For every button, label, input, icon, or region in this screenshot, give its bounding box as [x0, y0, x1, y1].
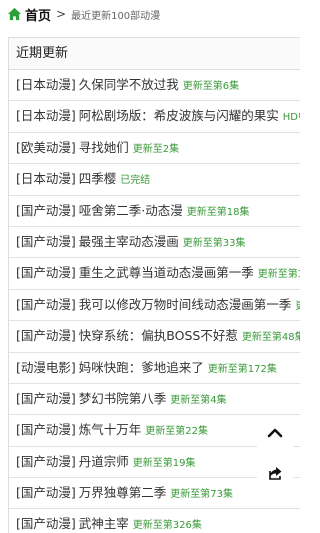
home-link[interactable]: 首页	[25, 5, 51, 24]
item-status: 更新至第22集	[145, 426, 209, 438]
item-status: 已完结	[120, 175, 151, 187]
item-title[interactable]: 梦幻书院第八季	[79, 391, 167, 406]
list-item[interactable]: [日本动漫] 久保同学不放过我 更新至第6集	[9, 70, 300, 102]
item-category[interactable]: [欧美动漫]	[16, 140, 76, 155]
list-item[interactable]: [欧美动漫] 寻找她们 更新至2集	[9, 133, 300, 165]
item-status: 更新至第18集	[186, 206, 250, 218]
item-category[interactable]: [国产动漫]	[16, 328, 76, 343]
item-title[interactable]: 哑舍第二季·动态漫	[79, 203, 183, 218]
breadcrumb-current: 最近更新100部动漫	[71, 10, 161, 22]
item-category[interactable]: [国产动漫]	[16, 265, 76, 280]
item-category[interactable]: [国产动漫]	[16, 485, 76, 500]
item-status: 更新至第48集	[241, 332, 300, 344]
list-item[interactable]: [国产动漫]我可以修改万物时间线动态漫画第一季更新至	[9, 290, 300, 322]
item-title[interactable]: 丹道宗师	[79, 454, 129, 469]
panel-title: 近期更新	[9, 38, 300, 70]
item-status: 更新至第326集	[132, 520, 202, 532]
item-status: 更新至第6集	[182, 81, 240, 92]
item-status: 更新至第172集	[207, 363, 277, 375]
item-category[interactable]: [动漫电影]	[16, 360, 76, 375]
item-title[interactable]: 寻找她们	[79, 140, 129, 155]
list-item[interactable]: [日本动漫] 四季樱 已完结	[9, 164, 300, 196]
home-icon[interactable]	[7, 7, 22, 21]
item-category[interactable]: [日本动漫]	[16, 108, 76, 123]
item-category[interactable]: [日本动漫]	[16, 171, 76, 186]
arrow-up-icon	[267, 428, 283, 438]
item-status: 更新至第19集	[132, 457, 196, 469]
item-title[interactable]: 久保同学不放过我	[79, 77, 179, 92]
list-item[interactable]: [国产动漫] 武神主宰 更新至第326集	[9, 509, 300, 533]
item-title[interactable]: 最强主宰动态漫画	[79, 234, 179, 249]
item-title[interactable]: 我可以修改万物时间线动态漫画第一季	[79, 297, 292, 312]
breadcrumb: 首页 > 最近更新100部动漫	[0, 0, 300, 28]
item-title[interactable]: 阿松剧场版：希皮波族与闪耀的果实	[79, 108, 279, 123]
item-title[interactable]: 万界独尊第二季	[79, 485, 167, 500]
list-item[interactable]: [动漫电影] 妈咪快跑：爹地追来了 更新至第172集	[9, 353, 300, 384]
item-category[interactable]: [国产动漫]	[16, 516, 76, 531]
scroll-top-button[interactable]	[257, 415, 293, 451]
item-title[interactable]: 炼气十万年	[79, 422, 142, 437]
list-item[interactable]: [国产动漫]重生之武尊当道动态漫画第一季更新至第39集	[9, 258, 300, 290]
share-icon	[269, 467, 282, 480]
list-item[interactable]: [日本动漫]阿松剧场版：希皮波族与闪耀的果实HD中字	[9, 101, 300, 133]
item-title[interactable]: 妈咪快跑：爹地追来了	[79, 360, 204, 375]
list-item[interactable]: [国产动漫] 快穿系统：偏执BOSS不好惹 更新至第48集	[9, 321, 300, 353]
list-item[interactable]: [国产动漫] 最强主宰动态漫画 更新至第33集	[9, 227, 300, 259]
list-item[interactable]: [国产动漫] 哑舍第二季·动态漫 更新至第18集	[9, 196, 300, 227]
item-category[interactable]: [国产动漫]	[16, 297, 76, 312]
share-button[interactable]	[257, 455, 293, 491]
item-status: 更新至	[295, 301, 300, 312]
item-title[interactable]: 武神主宰	[79, 516, 129, 531]
item-category[interactable]: [国产动漫]	[16, 454, 76, 469]
item-status: 更新至第39集	[257, 269, 300, 281]
item-title[interactable]: 重生之武尊当道动态漫画第一季	[79, 265, 254, 280]
item-category[interactable]: [国产动漫]	[16, 391, 76, 406]
item-category[interactable]: [国产动漫]	[16, 234, 76, 249]
item-category[interactable]: [国产动漫]	[16, 422, 76, 437]
item-status: HD中字	[282, 112, 300, 124]
item-status: 更新至第33集	[182, 237, 246, 249]
item-category[interactable]: [国产动漫]	[16, 203, 76, 218]
breadcrumb-separator: >	[56, 7, 67, 21]
item-status: 更新至2集	[132, 143, 180, 155]
item-status: 更新至第73集	[170, 489, 234, 501]
item-category[interactable]: [日本动漫]	[16, 77, 76, 92]
item-title[interactable]: 四季樱	[79, 171, 117, 186]
item-title[interactable]: 快穿系统：偏执BOSS不好惹	[79, 328, 238, 343]
list-item[interactable]: [国产动漫] 梦幻书院第八季 更新至第4集	[9, 384, 300, 416]
item-status: 更新至第4集	[170, 394, 227, 406]
